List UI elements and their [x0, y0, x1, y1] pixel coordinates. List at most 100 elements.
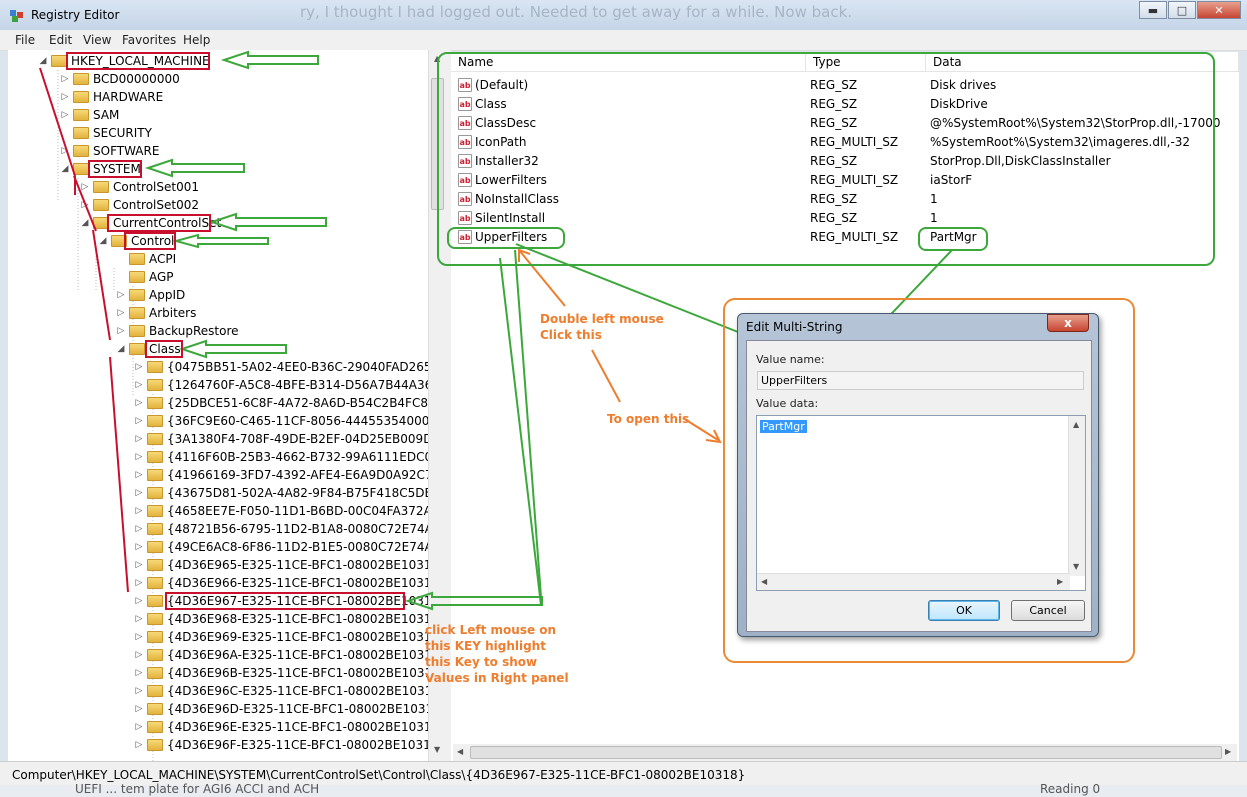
tree-item[interactable]: ▷ ControlSet001	[80, 178, 199, 196]
scroll-right-arrow-icon[interactable]: ▶	[1057, 577, 1063, 586]
menu-help[interactable]: Help	[183, 33, 210, 47]
tree-item[interactable]: ACPI	[116, 250, 176, 268]
tree-item[interactable]: ▷ BCD00000000	[60, 70, 180, 88]
tree-item[interactable]: SECURITY	[60, 124, 152, 142]
scroll-down-arrow-icon[interactable]: ▼	[434, 745, 440, 754]
registry-key-tree[interactable]: ◢ HKEY_LOCAL_MACHINE ▷ BCD00000000 ▷ HARDWARE…	[8, 50, 429, 761]
tree-expander-icon[interactable]: ▷	[60, 146, 70, 156]
dialog-close-button[interactable]: x	[1047, 314, 1089, 332]
tree-item[interactable]: ▷ {43675D81-502A-4A82-9F84-B75F418C5DEA}	[134, 484, 428, 502]
cancel-button[interactable]: Cancel	[1011, 600, 1085, 621]
ok-button[interactable]: OK	[928, 600, 1000, 621]
tree-expander-icon[interactable]: ▷	[60, 92, 70, 102]
tree-item[interactable]: ▷ {4D36E965-E325-11CE-BFC1-08002BE10318}	[134, 556, 428, 574]
tree-item-label: ACPI	[149, 252, 177, 266]
textarea-vertical-scrollbar[interactable]: ▲ ▼	[1068, 416, 1085, 576]
tree-expander-icon[interactable]: ◢	[38, 56, 48, 66]
tree-item[interactable]: ▷ SOFTWARE	[60, 142, 160, 160]
tree-expander-icon[interactable]: ◢	[116, 344, 126, 354]
scroll-left-arrow-icon[interactable]: ◀	[761, 577, 767, 586]
tree-item[interactable]: ▷ {4D36E96F-E325-11CE-BFC1-08002BE10318}	[134, 736, 428, 754]
tree-expander-icon[interactable]: ▷	[134, 578, 144, 588]
tree-item[interactable]: ▷ {36FC9E60-C465-11CF-8056-444553540000}	[134, 412, 428, 430]
tree-expander-icon[interactable]: ▷	[134, 542, 144, 552]
values-horizontal-scrollbar[interactable]: ◀ ▶	[453, 744, 1237, 761]
tree-expander-icon[interactable]: ◢	[60, 164, 70, 174]
values-scroll-thumb[interactable]	[470, 746, 1222, 759]
tree-item[interactable]: ▷ {4D36E96A-E325-11CE-BFC1-08002BE10318}	[134, 646, 428, 664]
scroll-right-arrow-icon[interactable]: ▶	[1225, 747, 1231, 756]
tree-item-label: {49CE6AC8-6F86-11D2-B1E5-0080C72E74A2}	[167, 540, 429, 554]
menu-view[interactable]: View	[83, 33, 111, 47]
tree-expander-icon[interactable]: ▷	[60, 74, 70, 84]
menu-file[interactable]: File	[15, 33, 35, 47]
maximize-button[interactable]: □	[1168, 1, 1196, 19]
tree-expander-icon[interactable]: ▷	[134, 506, 144, 516]
tree-item[interactable]: ▷ {4658EE7E-F050-11D1-B6BD-00C04FA372A7}	[134, 502, 428, 520]
tree-item[interactable]: ▷ SAM	[60, 106, 120, 124]
tree-expander-icon[interactable]: ▷	[60, 110, 70, 120]
tree-expander-icon[interactable]: ▷	[134, 362, 144, 372]
tree-item[interactable]: ▷ AppID	[116, 286, 186, 304]
tree-expander-icon[interactable]: ▷	[134, 650, 144, 660]
value-data-textarea[interactable]: PartMgr ▲ ▼ ◀ ▶	[756, 415, 1086, 591]
tree-expander-icon[interactable]: ▷	[134, 596, 144, 606]
folder-icon	[147, 667, 163, 679]
minimize-icon: ▬	[1147, 3, 1159, 17]
textarea-horizontal-scrollbar[interactable]: ◀ ▶	[757, 573, 1070, 590]
scroll-up-arrow-icon[interactable]: ▲	[1073, 420, 1079, 429]
tree-item[interactable]: ▷ ControlSet002	[80, 196, 199, 214]
tree-expander-icon[interactable]: ▷	[80, 200, 90, 210]
tree-expander-icon[interactable]: ▷	[116, 308, 126, 318]
tree-expander-icon[interactable]: ▷	[134, 434, 144, 444]
tree-item[interactable]: ▷ {4D36E968-E325-11CE-BFC1-08002BE10318}	[134, 610, 428, 628]
tree-expander-icon[interactable]: ◢	[98, 236, 108, 246]
tree-item[interactable]: ▷ {3A1380F4-708F-49DE-B2EF-04D25EB009D5}	[134, 430, 428, 448]
tree-item[interactable]: ▷ BackupRestore	[116, 322, 239, 340]
tree-expander-icon[interactable]: ▷	[134, 560, 144, 570]
tree-expander-icon[interactable]: ▷	[134, 668, 144, 678]
tree-item[interactable]: ▷ Arbiters	[116, 304, 197, 322]
tree-expander-icon[interactable]: ◢	[80, 218, 90, 228]
tree-item[interactable]: ▷ {48721B56-6795-11D2-B1A8-0080C72E74A2}	[134, 520, 428, 538]
tree-expander-icon[interactable]: ▷	[134, 686, 144, 696]
tree-expander-icon[interactable]: ▷	[134, 470, 144, 480]
tree-item[interactable]: ▷ {4116F60B-25B3-4662-B732-99A6111EDC0B}	[134, 448, 428, 466]
menu-edit[interactable]: Edit	[49, 33, 72, 47]
tree-expander-icon[interactable]: ▷	[134, 614, 144, 624]
tree-expander-icon[interactable]: ▷	[134, 452, 144, 462]
tree-item[interactable]: ▷ {0475BB51-5A02-4EE0-B36C-29040FAD2650}	[134, 358, 428, 376]
tree-item[interactable]: ▷ HARDWARE	[60, 88, 164, 106]
tree-expander-icon[interactable]: ▷	[80, 182, 90, 192]
tree-expander-icon[interactable]: ▷	[134, 416, 144, 426]
tree-expander-icon[interactable]: ▷	[134, 524, 144, 534]
minimize-button[interactable]: ▬	[1139, 1, 1167, 19]
tree-expander-icon[interactable]: ▷	[134, 488, 144, 498]
close-button[interactable]: ✕	[1197, 1, 1241, 19]
tree-item[interactable]: ▷ {41966169-3FD7-4392-AFE4-E6A9D0A92C72}	[134, 466, 428, 484]
scroll-left-arrow-icon[interactable]: ◀	[457, 747, 463, 756]
tree-expander-icon[interactable]: ▷	[134, 740, 144, 750]
tree-item[interactable]: ▷ {4D36E96C-E325-11CE-BFC1-08002BE10318}	[134, 682, 428, 700]
value-name-field[interactable]: UpperFilters	[757, 371, 1084, 390]
scroll-down-arrow-icon[interactable]: ▼	[1073, 562, 1079, 571]
tree-item[interactable]: ▷ {49CE6AC8-6F86-11D2-B1E5-0080C72E74A2}	[134, 538, 429, 556]
tree-expander-icon[interactable]: ▷	[134, 398, 144, 408]
tree-expander-icon[interactable]: ▷	[134, 704, 144, 714]
tree-item[interactable]: ▷ {4D36E96B-E325-11CE-BFC1-08002BE10318}	[134, 664, 428, 682]
tree-item[interactable]: ▷ {4D36E96D-E325-11CE-BFC1-08002BE10318}	[134, 700, 428, 718]
value-data-selected-text[interactable]: PartMgr	[760, 420, 807, 433]
menu-favorites[interactable]: Favorites	[122, 33, 176, 47]
tree-item[interactable]: ▷ {4D36E96E-E325-11CE-BFC1-08002BE10318}	[134, 718, 428, 736]
tree-item[interactable]: ▷ {4D36E966-E325-11CE-BFC1-08002BE10318}	[134, 574, 428, 592]
tree-expander-icon[interactable]: ▷	[134, 380, 144, 390]
tree-item[interactable]: ▷ {1264760F-A5C8-4BFE-B314-D56A7B44A362}	[134, 376, 428, 394]
tree-item[interactable]: AGP	[116, 268, 174, 286]
tree-expander-icon[interactable]: ▷	[116, 326, 126, 336]
tree-expander-icon[interactable]: ▷	[116, 290, 126, 300]
tree-item[interactable]: ▷ {25DBCE51-6C8F-4A72-8A6D-B54C2B4FC835}	[134, 394, 428, 412]
tree-expander-icon[interactable]: ▷	[134, 722, 144, 732]
tree-item-label: BackupRestore	[149, 324, 239, 338]
tree-expander-icon[interactable]: ▷	[134, 632, 144, 642]
tree-item[interactable]: ▷ {4D36E969-E325-11CE-BFC1-08002BE10318}	[134, 628, 428, 646]
